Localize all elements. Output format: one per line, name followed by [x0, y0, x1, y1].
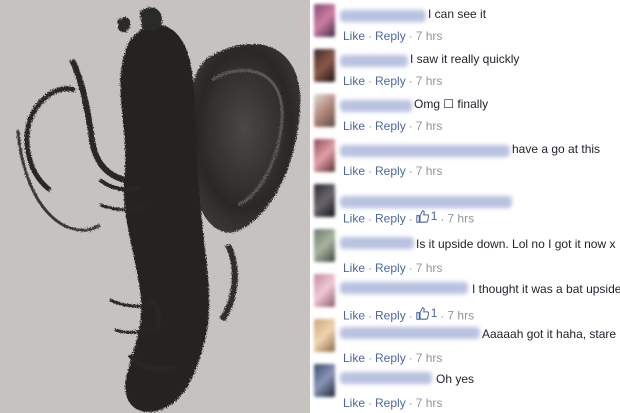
avatar[interactable]: [314, 139, 335, 172]
separator: ·: [408, 29, 413, 43]
avatar[interactable]: [314, 364, 335, 397]
commenter-name[interactable]: [340, 196, 512, 208]
comment-actions: Like · Reply · 1 · 7 hrs: [343, 209, 474, 226]
comment-actions: Like · Reply · 7 hrs: [343, 164, 442, 178]
reply-button[interactable]: Reply: [375, 164, 406, 178]
like-button[interactable]: Like: [343, 164, 365, 178]
like-button[interactable]: Like: [343, 212, 365, 226]
comment-text: I saw it really quickly: [410, 52, 520, 66]
separator: ·: [408, 74, 413, 88]
separator: ·: [368, 164, 373, 178]
reply-button[interactable]: Reply: [375, 119, 406, 133]
comment: Omg ☐ finally Like · Reply · 7 hrs: [310, 90, 620, 135]
comment-actions: Like · Reply · 7 hrs: [343, 396, 442, 410]
ambiguous-image: [0, 0, 310, 413]
avatar[interactable]: [314, 319, 335, 352]
like-count[interactable]: 1: [415, 209, 437, 223]
separator: ·: [440, 211, 445, 226]
comment-text: Aaaaah got it haha, stare: [482, 327, 617, 341]
like-button[interactable]: Like: [343, 29, 365, 43]
thumbs-up-icon: [415, 209, 429, 223]
separator: ·: [408, 164, 413, 178]
reply-button[interactable]: Reply: [375, 74, 406, 88]
commenter-name[interactable]: [340, 55, 408, 67]
comment: have a go at this Like · Reply · 7 hrs: [310, 135, 620, 180]
commenter-name[interactable]: [340, 100, 412, 112]
timestamp[interactable]: 7 hrs: [416, 74, 443, 88]
timestamp[interactable]: 7 hrs: [447, 212, 474, 226]
comment-actions: Like · Reply · 7 hrs: [343, 74, 442, 88]
avatar[interactable]: [314, 184, 335, 217]
reply-button[interactable]: Reply: [375, 212, 406, 226]
commenter-name[interactable]: [340, 282, 468, 294]
comment: Oh yes Like · Reply · 7 hrs: [310, 360, 620, 410]
comment: I can see it Like · Reply · 7 hrs: [310, 0, 620, 45]
avatar[interactable]: [314, 49, 335, 82]
like-button[interactable]: Like: [343, 119, 365, 133]
comment: I thought it was a bat upside Like · Reply…: [310, 270, 620, 323]
comment-actions: Like · Reply · 7 hrs: [343, 29, 442, 43]
avatar[interactable]: [314, 4, 335, 37]
ink-drawing: [0, 0, 310, 413]
commenter-name[interactable]: [340, 372, 432, 384]
timestamp[interactable]: 7 hrs: [416, 119, 443, 133]
separator: ·: [368, 211, 373, 226]
avatar[interactable]: [314, 229, 335, 262]
comment-text: I can see it: [428, 7, 487, 21]
separator: ·: [408, 396, 413, 410]
separator: ·: [368, 74, 373, 88]
commenter-name[interactable]: [340, 10, 426, 22]
separator: ·: [368, 29, 373, 43]
comment-actions: Like · Reply · 7 hrs: [343, 119, 442, 133]
avatar[interactable]: [314, 274, 335, 307]
comment-text: Is it upside down. Lol no I got it now x: [416, 237, 616, 251]
commenter-name[interactable]: [340, 145, 510, 157]
like-button[interactable]: Like: [343, 74, 365, 88]
timestamp[interactable]: 7 hrs: [416, 29, 443, 43]
comments-panel: I can see it Like · Reply · 7 hrs I saw it r…: [310, 0, 620, 413]
comment: Aaaaah got it haha, stare Like · Reply · 7 h…: [310, 315, 620, 365]
timestamp[interactable]: 7 hrs: [416, 396, 443, 410]
separator: ·: [368, 396, 373, 410]
avatar[interactable]: [314, 94, 335, 127]
timestamp[interactable]: 7 hrs: [416, 164, 443, 178]
comment: Is it upside down. Lol no I got it now x…: [310, 225, 620, 275]
comment: Like · Reply · 1 · 7 hrs: [310, 180, 620, 226]
comment-text: I thought it was a bat upside: [472, 282, 620, 296]
separator: ·: [408, 119, 413, 133]
comment-text: have a go at this: [512, 142, 601, 156]
comment: I saw it really quickly Like · Reply · 7 hrs: [310, 45, 620, 90]
separator: ·: [368, 119, 373, 133]
commenter-name[interactable]: [340, 327, 480, 339]
commenter-name[interactable]: [340, 237, 414, 249]
separator: ·: [408, 211, 413, 226]
reply-button[interactable]: Reply: [375, 29, 406, 43]
reply-button[interactable]: Reply: [375, 396, 406, 410]
comment-text: Omg ☐ finally: [414, 97, 489, 111]
like-button[interactable]: Like: [343, 396, 365, 410]
comment-text: Oh yes: [436, 372, 475, 386]
